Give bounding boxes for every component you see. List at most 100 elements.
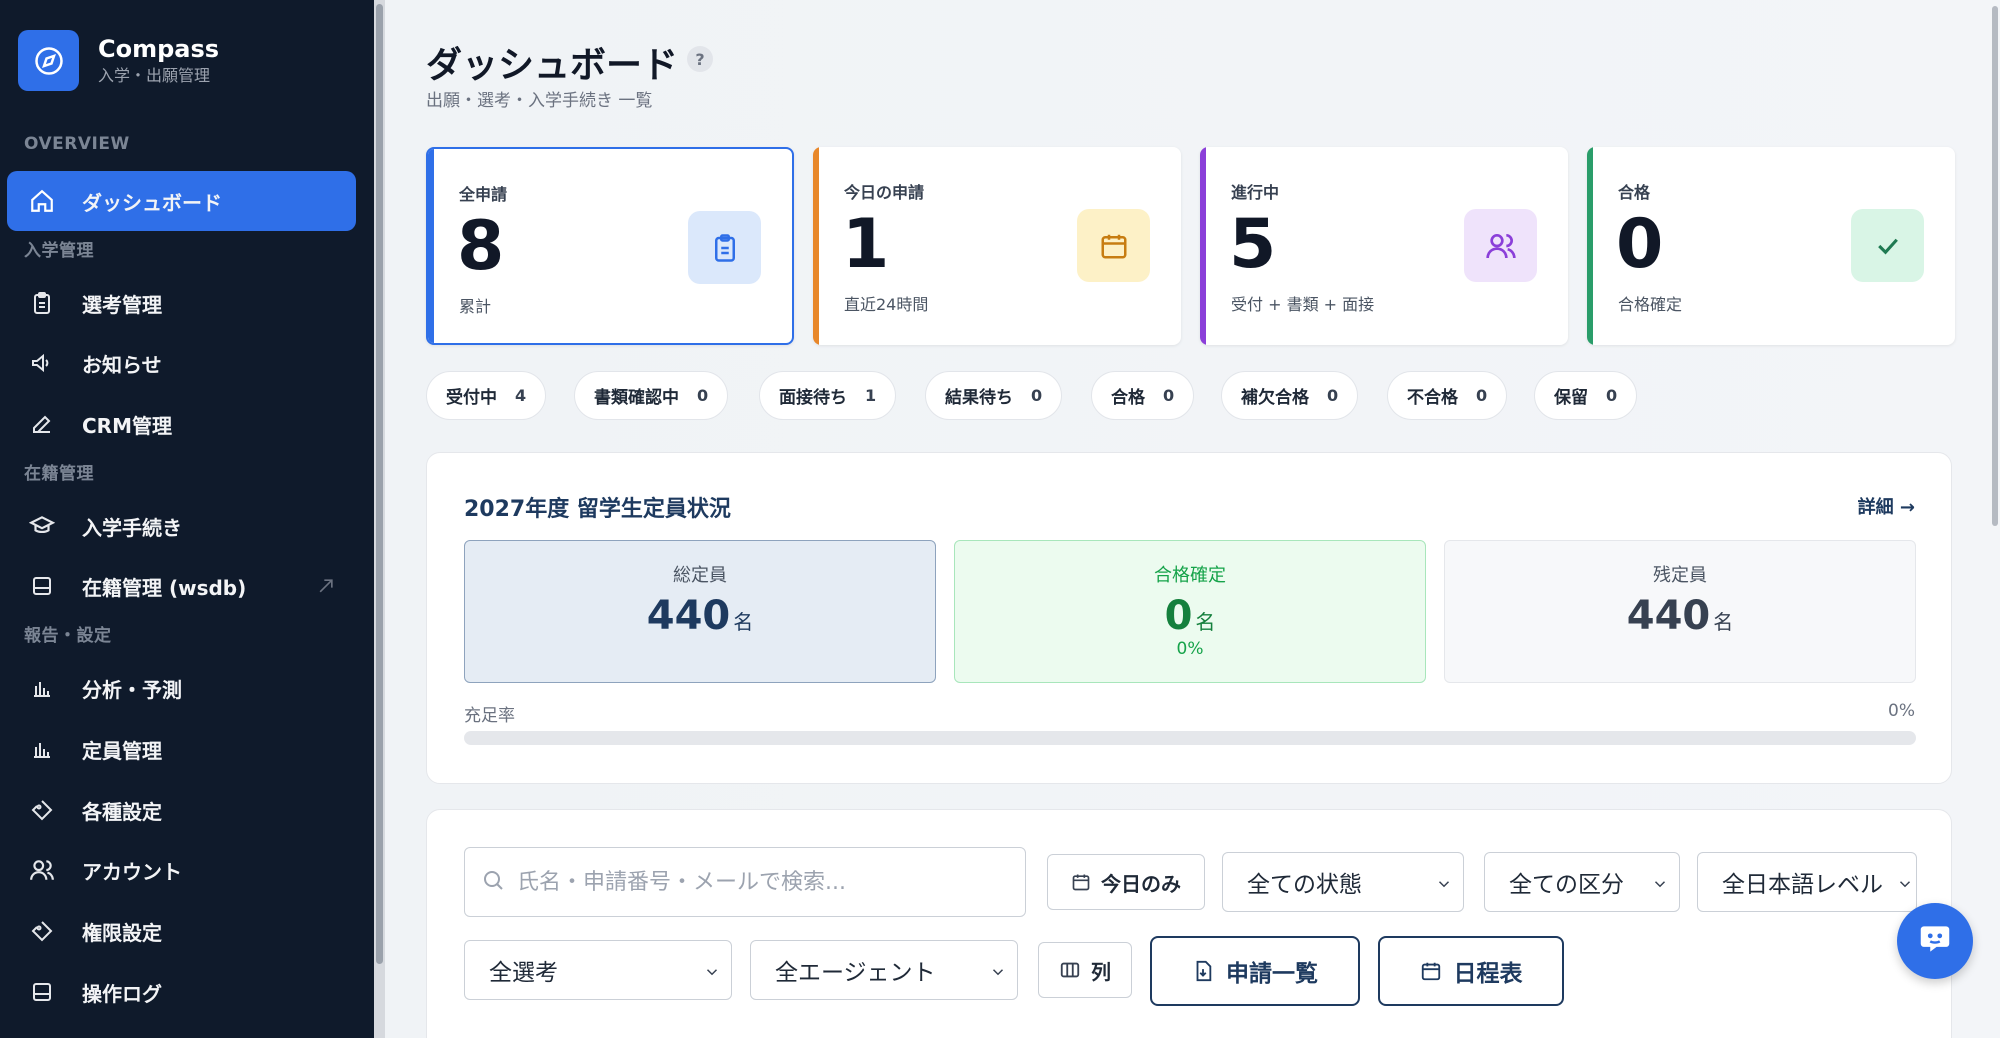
sidebar-item-enrollment-procedure[interactable]: 入学手続き — [7, 496, 356, 556]
sidebar-item-label: 定員管理 — [82, 738, 162, 763]
users-icon — [1464, 209, 1537, 282]
selection-select-value: 全選考 — [489, 960, 558, 986]
chat-button[interactable] — [1897, 903, 1973, 979]
sidebar-item-announcements[interactable]: お知らせ — [7, 333, 356, 393]
columns-label: 列 — [1091, 959, 1111, 984]
agent-select-value: 全エージェント — [775, 960, 936, 986]
category-select[interactable]: 全ての区分 — [1484, 852, 1680, 912]
application-list-label: 申請一覧 — [1226, 961, 1318, 987]
status-pill-waitlisted[interactable]: 補欠合格 0 — [1221, 371, 1359, 420]
japanese-level-select[interactable]: 全日本語レベル — [1697, 852, 1917, 912]
today-only-label: 今日のみ — [1101, 871, 1181, 896]
sidebar-item-crm[interactable]: CRM管理 — [7, 394, 356, 454]
columns-button[interactable]: 列 — [1038, 942, 1132, 998]
today-only-button[interactable]: 今日のみ — [1047, 854, 1205, 910]
sidebar-item-operation-log[interactable]: 操作ログ — [7, 962, 356, 1022]
columns-icon — [1059, 959, 1081, 981]
pill-count: 0 — [1327, 386, 1339, 405]
pill-count: 0 — [1031, 386, 1043, 405]
help-icon[interactable]: ? — [687, 46, 713, 72]
fill-rate-label: 充足率 — [464, 706, 515, 726]
stat-card-in-progress[interactable]: 進行中 5 受付 + 書類 + 面接 — [1200, 147, 1568, 345]
sidebar-scrollbar-thumb[interactable] — [376, 4, 383, 964]
sidebar-item-analytics[interactable]: 分析・予測 — [7, 658, 356, 718]
stat-value: 0 — [1616, 205, 1664, 284]
pill-label: 結果待ち — [945, 388, 1013, 408]
chevron-down-icon — [989, 961, 1007, 987]
stat-card-today[interactable]: 今日の申請 1 直近24時間 — [813, 147, 1181, 345]
status-pill-document-review[interactable]: 書類確認中 0 — [574, 371, 729, 420]
chevron-down-icon — [1435, 873, 1453, 899]
status-pill-received[interactable]: 受付中 4 — [426, 371, 547, 420]
filter-panel: 今日のみ 全ての状態 全ての区分 全日本語レベル 全選考 全エージェント 列 — [426, 809, 1952, 1038]
check-icon — [1851, 209, 1924, 282]
pill-count: 1 — [865, 386, 877, 405]
capacity-remaining-box: 残定員 440 名 — [1444, 540, 1916, 683]
stat-subtitle: 受付 + 書類 + 面接 — [1231, 295, 1375, 314]
app-subtitle: 入学・出願管理 — [98, 65, 211, 85]
sidebar-item-label: 権限設定 — [82, 920, 162, 945]
stat-value: 8 — [457, 207, 505, 286]
chevron-down-icon — [1651, 873, 1669, 899]
section-label-reports: 報告・設定 — [24, 626, 112, 646]
capacity-total-unit: 名 — [733, 610, 754, 634]
clipboard-icon — [27, 288, 57, 318]
sidebar-scrollbar[interactable] — [374, 0, 385, 1038]
sidebar-item-accounts[interactable]: アカウント — [7, 840, 356, 900]
status-pill-result-waiting[interactable]: 結果待ち 0 — [925, 371, 1063, 420]
pill-label: 書類確認中 — [594, 388, 679, 408]
main-scrollbar[interactable] — [1990, 0, 2000, 1038]
search-input[interactable] — [464, 847, 1026, 917]
capacity-remaining-unit: 名 — [1713, 610, 1734, 634]
stat-title: 進行中 — [1231, 183, 1280, 202]
main-scrollbar-thumb[interactable] — [1992, 6, 1998, 526]
search-icon — [481, 868, 505, 896]
home-icon — [27, 186, 57, 216]
status-pill-passed[interactable]: 合格 0 — [1091, 371, 1195, 420]
fill-rate-progress — [464, 731, 1916, 745]
status-select-value: 全ての状態 — [1247, 872, 1362, 898]
pill-label: 不合格 — [1407, 388, 1458, 408]
sidebar-item-capacity[interactable]: 定員管理 — [7, 719, 356, 779]
status-select[interactable]: 全ての状態 — [1222, 852, 1464, 912]
sidebar-item-dashboard[interactable]: ダッシュボード — [7, 171, 356, 231]
sidebar-item-label: 選考管理 — [82, 292, 162, 317]
sidebar-item-enrollment-wsdb[interactable]: 在籍管理 (wsdb) — [7, 556, 356, 616]
capacity-detail-link[interactable]: 詳細 → — [1858, 493, 1915, 519]
tag-icon — [27, 916, 57, 946]
stat-subtitle: 直近24時間 — [844, 295, 929, 314]
stat-title: 全申請 — [459, 185, 508, 204]
edit-icon — [27, 409, 57, 439]
capacity-remaining-label: 残定員 — [1653, 565, 1707, 586]
schedule-button[interactable]: 日程表 — [1378, 936, 1564, 1006]
stat-card-total[interactable]: 全申請 8 累計 — [426, 147, 794, 345]
stat-card-passed[interactable]: 合格 0 合格確定 — [1587, 147, 1955, 345]
calendar-icon — [1071, 872, 1091, 892]
search-field[interactable] — [517, 869, 997, 895]
capacity-title: 2027年度 留学生定員状況 — [464, 497, 731, 522]
users-icon — [27, 855, 57, 885]
status-pill-rejected[interactable]: 不合格 0 — [1387, 371, 1508, 420]
sidebar-item-settings[interactable]: 各種設定 — [7, 780, 356, 840]
selection-select[interactable]: 全選考 — [464, 940, 732, 1000]
brand[interactable]: Compass 入学・出願管理 — [18, 30, 219, 91]
pill-label: 面接待ち — [779, 388, 847, 408]
sidebar: Compass 入学・出願管理 OVERVIEW ダッシュボード 入学管理 選考… — [0, 0, 374, 1038]
schedule-label: 日程表 — [1453, 961, 1523, 987]
sidebar-item-permissions[interactable]: 権限設定 — [7, 901, 356, 961]
status-pill-on-hold[interactable]: 保留 0 — [1534, 371, 1638, 420]
section-label-overview: OVERVIEW — [24, 134, 130, 154]
stat-title: 合格 — [1618, 183, 1651, 202]
application-list-button[interactable]: 申請一覧 — [1150, 936, 1360, 1006]
agent-select[interactable]: 全エージェント — [750, 940, 1018, 1000]
stat-value: 5 — [1229, 205, 1277, 284]
sidebar-item-selection[interactable]: 選考管理 — [7, 273, 356, 333]
pill-label: 受付中 — [446, 388, 497, 408]
status-pill-interview-waiting[interactable]: 面接待ち 1 — [759, 371, 897, 420]
external-link-icon — [316, 576, 336, 600]
bar-chart-icon — [27, 734, 57, 764]
stat-accent-bar — [813, 147, 819, 345]
sidebar-item-label: お知らせ — [82, 352, 162, 377]
sidebar-item-label: 入学手続き — [82, 515, 182, 540]
capacity-confirmed-percent: 0% — [1176, 639, 1204, 659]
